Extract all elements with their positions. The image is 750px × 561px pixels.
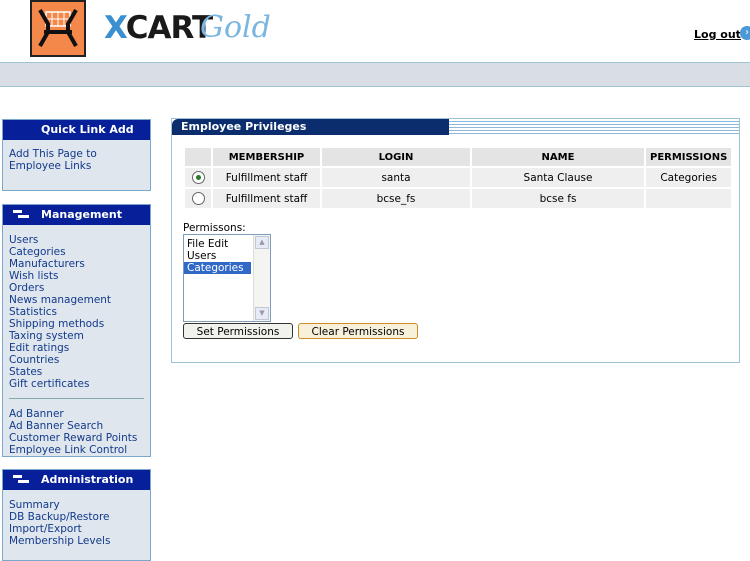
listbox-scrollbar[interactable]: ▲ ▼ (253, 235, 270, 321)
row-select-radio[interactable] (185, 189, 211, 208)
menu-link-ad-banner-search[interactable]: Ad Banner Search (9, 420, 150, 432)
employee-table: MEMBERSHIP LOGIN NAME PERMISSIONS Fulfil… (183, 146, 733, 210)
title-stripes (449, 121, 739, 134)
brand-edition: Gold (200, 10, 271, 45)
menu-link-countries[interactable]: Countries (9, 354, 150, 366)
permissions-listbox[interactable]: File Edit Users Categories ▲ ▼ (183, 234, 271, 322)
scroll-up-icon[interactable]: ▲ (255, 236, 269, 249)
set-permissions-button[interactable]: Set Permissions (183, 323, 293, 339)
cell-permissions: Categories (646, 168, 732, 187)
menu-link-employee-link-control[interactable]: Employee Link Control (9, 444, 150, 456)
menu-link-users[interactable]: Users (9, 234, 150, 246)
menu-link-summary[interactable]: Summary (9, 499, 150, 511)
add-page-to-employee-links[interactable]: Add This Page to Employee Links (9, 148, 119, 172)
table-row: Fulfillment staff santa Santa Clause Cat… (185, 168, 732, 187)
menu-list-icon (13, 475, 29, 485)
table-row: Fulfillment staff bcse_fs bcse fs (185, 189, 732, 208)
menu-link-states[interactable]: States (9, 366, 150, 378)
administration-menu-title: Administration (41, 473, 134, 486)
menu-list-icon (13, 210, 29, 220)
menu-link-ad-banner[interactable]: Ad Banner (9, 408, 150, 420)
menu-link-edit-ratings[interactable]: Edit ratings (9, 342, 150, 354)
quick-link-menu-header: Quick Link Add (3, 120, 150, 140)
menu-link-membership-levels[interactable]: Membership Levels (9, 535, 150, 547)
quick-link-menu: Quick Link Add Add This Page to Employee… (2, 119, 151, 191)
management-menu-header: Management (3, 205, 150, 225)
column-header-login: LOGIN (322, 148, 470, 166)
column-header-name: NAME (472, 148, 644, 166)
radio-unselected-icon[interactable] (191, 192, 205, 205)
menu-link-manufacturers[interactable]: Manufacturers (9, 258, 150, 270)
menu-link-customer-reward-points[interactable]: Customer Reward Points (9, 432, 150, 444)
menu-divider (9, 398, 144, 399)
permission-option-categories[interactable]: Categories (184, 262, 251, 274)
menu-link-wish-lists[interactable]: Wish lists (9, 270, 150, 282)
menu-link-categories[interactable]: Categories (9, 246, 150, 258)
column-header-permissions: PERMISSIONS (646, 148, 732, 166)
xcart-logo-icon (30, 0, 86, 57)
cell-membership: Fulfillment staff (213, 168, 320, 187)
menu-link-taxing-system[interactable]: Taxing system (9, 330, 150, 342)
row-select-radio[interactable] (185, 168, 211, 187)
cell-name: Santa Clause (472, 168, 644, 187)
menu-link-shipping-methods[interactable]: Shipping methods (9, 318, 150, 330)
management-menu-title: Management (41, 208, 122, 221)
menu-link-news-management[interactable]: News management (9, 294, 150, 306)
administration-menu: Administration Summary DB Backup/Restore I… (2, 469, 151, 561)
menu-link-db-backup-restore[interactable]: DB Backup/Restore (9, 511, 150, 523)
menu-link-gift-certificates[interactable]: Gift certificates (9, 378, 150, 390)
clear-permissions-button[interactable]: Clear Permissions (298, 323, 418, 339)
permission-option-file-edit[interactable]: File Edit (184, 238, 251, 250)
logout-arrow-icon[interactable]: › (740, 26, 750, 40)
cell-membership: Fulfillment staff (213, 189, 320, 208)
cell-permissions (646, 189, 732, 208)
administration-menu-header: Administration (3, 470, 150, 490)
menu-link-import-export[interactable]: Import/Export (9, 523, 150, 535)
panel-title: Employee Privileges (172, 119, 449, 135)
radio-selected-icon[interactable] (191, 171, 205, 184)
top-gray-bar (0, 63, 750, 87)
permissions-label: Permissons: (183, 222, 246, 234)
column-header-membership: MEMBERSHIP (213, 148, 320, 166)
quick-link-menu-title: Quick Link Add (41, 123, 134, 136)
menu-link-statistics[interactable]: Statistics (9, 306, 150, 318)
menu-link-orders[interactable]: Orders (9, 282, 150, 294)
cell-name: bcse fs (472, 189, 644, 208)
logout-link[interactable]: Log out (694, 28, 741, 41)
cell-login: santa (322, 168, 470, 187)
permission-option-users[interactable]: Users (184, 250, 251, 262)
header: XCART Gold Log out › (0, 0, 750, 63)
management-menu: Management Users Categories Manufacturers W… (2, 204, 151, 457)
brand-name: XCART (104, 10, 213, 46)
select-column-header (185, 148, 211, 166)
employee-privileges-panel: Employee Privileges MEMBERSHIP LOGIN NAM… (171, 118, 740, 363)
scroll-down-icon[interactable]: ▼ (255, 307, 269, 320)
cell-login: bcse_fs (322, 189, 470, 208)
